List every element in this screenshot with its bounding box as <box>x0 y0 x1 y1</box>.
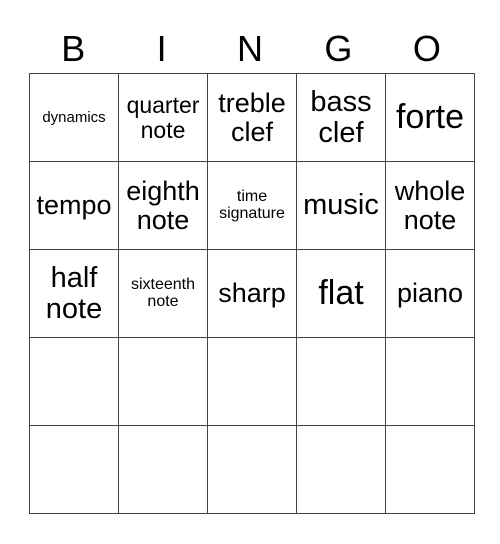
grid-row: half note sixteenth note sharp flat pian… <box>29 249 475 338</box>
bingo-cell-empty[interactable] <box>385 337 475 426</box>
bingo-cell[interactable]: piano <box>385 249 475 338</box>
bingo-header: B I N G O <box>29 26 471 72</box>
bingo-cell-empty[interactable] <box>296 337 386 426</box>
bingo-cell[interactable]: flat <box>296 249 386 338</box>
bingo-cell[interactable]: whole note <box>385 161 475 250</box>
bingo-cell[interactable]: quarter note <box>118 73 208 162</box>
bingo-cell-empty[interactable] <box>296 425 386 514</box>
bingo-cell-empty[interactable] <box>118 425 208 514</box>
bingo-cell[interactable]: dynamics <box>29 73 119 162</box>
bingo-cell-empty[interactable] <box>207 337 297 426</box>
header-letter-o: O <box>412 28 441 69</box>
grid-row <box>29 337 475 426</box>
bingo-card-grid: dynamics quarter note treble clef bass c… <box>29 73 475 514</box>
bingo-cell[interactable]: forte <box>385 73 475 162</box>
bingo-cell[interactable]: music <box>296 161 386 250</box>
bingo-cell-empty[interactable] <box>29 425 119 514</box>
bingo-cell[interactable]: half note <box>29 249 119 338</box>
bingo-cell-empty[interactable] <box>118 337 208 426</box>
bingo-cell[interactable]: treble clef <box>207 73 297 162</box>
header-letter-g: G <box>324 28 353 69</box>
bingo-cell-empty[interactable] <box>385 425 475 514</box>
bingo-cell[interactable]: sixteenth note <box>118 249 208 338</box>
grid-row: tempo eighth note time signature music w… <box>29 161 475 250</box>
header-letter-b: B <box>61 28 86 69</box>
bingo-cell[interactable]: time signature <box>207 161 297 250</box>
bingo-cell-empty[interactable] <box>207 425 297 514</box>
bingo-cell[interactable]: eighth note <box>118 161 208 250</box>
grid-row <box>29 425 475 514</box>
bingo-cell[interactable]: sharp <box>207 249 297 338</box>
bingo-cell-empty[interactable] <box>29 337 119 426</box>
header-letter-i: I <box>156 28 167 69</box>
grid-row: dynamics quarter note treble clef bass c… <box>29 73 475 162</box>
bingo-cell[interactable]: tempo <box>29 161 119 250</box>
header-letter-n: N <box>237 28 264 69</box>
bingo-cell[interactable]: bass clef <box>296 73 386 162</box>
